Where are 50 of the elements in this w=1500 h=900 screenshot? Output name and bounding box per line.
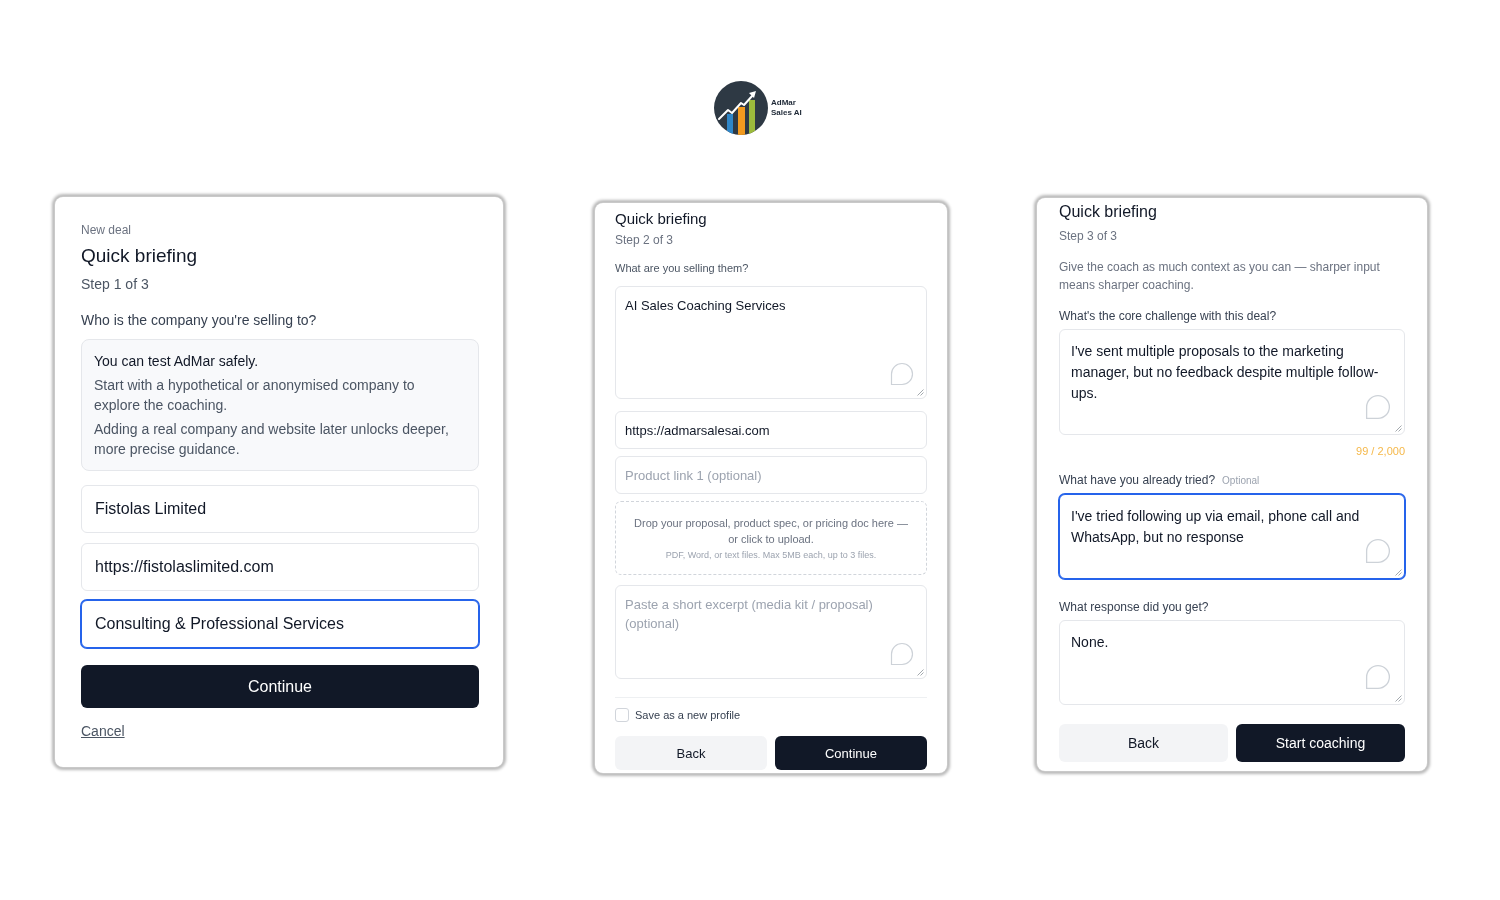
text-area[interactable]: I've tried following up via email, phone call and WhatsApp, but no response bbox=[1059, 494, 1405, 579]
field-label: What are you selling them? bbox=[615, 261, 750, 276]
speech-bubble-icon bbox=[1365, 394, 1391, 420]
text-area[interactable]: AI Sales Coaching Services bbox=[615, 286, 927, 399]
secondary-button[interactable]: Back bbox=[1059, 724, 1228, 762]
card-title: Quick briefing bbox=[1059, 202, 1158, 222]
character-counter: 99 / 2,000 bbox=[1355, 444, 1405, 458]
notice-text: Start with a hypothetical or anonymised company to explore the coaching. bbox=[94, 376, 416, 415]
field-label: What response did you get? bbox=[1059, 599, 1210, 615]
checkbox[interactable] bbox=[615, 708, 629, 722]
text-input[interactable]: Fistolas Limited bbox=[81, 485, 479, 533]
resize-grip-icon bbox=[917, 669, 924, 676]
field-label: What's the core challenge with this deal? bbox=[1059, 308, 1278, 324]
intro-text: Give the coach as much context as you can — sharper input means sharper coaching. bbox=[1059, 259, 1381, 294]
optional-label: Optional bbox=[1222, 475, 1260, 486]
card-title: Quick briefing bbox=[81, 244, 199, 268]
speech-bubble-icon bbox=[890, 362, 914, 386]
secondary-button[interactable]: Back bbox=[615, 736, 767, 770]
bar-chart-logo-icon bbox=[714, 81, 768, 135]
brand-name: AdMar bbox=[771, 98, 797, 108]
upload-hint: PDF, Word, or text files. Max 5MB each, up to 3 files. bbox=[665, 548, 877, 562]
upload-dropzone[interactable]: Drop your proposal, product spec, or pricing doc here — or click to upload. PDF, Word, or text files. Max 5MB each, up to 3 files. bbox=[615, 501, 927, 575]
speech-bubble-icon bbox=[1365, 664, 1391, 690]
text-input[interactable]: https://fistolaslimited.com bbox=[81, 543, 479, 591]
resize-grip-icon bbox=[1395, 425, 1402, 432]
field-label: What have you already tried? bbox=[1059, 473, 1216, 487]
field-label: Who is the company you're selling to? bbox=[81, 311, 318, 330]
text-input[interactable]: Consulting & Professional Services bbox=[81, 600, 479, 648]
step-indicator: Step 3 of 3 bbox=[1059, 228, 1119, 244]
step-indicator: Step 2 of 3 bbox=[615, 232, 675, 248]
speech-bubble-icon bbox=[890, 642, 914, 666]
speech-bubble-icon bbox=[1365, 538, 1391, 564]
text-area[interactable]: None. bbox=[1059, 620, 1405, 705]
brand-subtitle: Sales AI bbox=[771, 108, 802, 118]
primary-button[interactable]: Start coaching bbox=[1236, 724, 1405, 762]
primary-button[interactable]: Continue bbox=[775, 736, 927, 770]
card-title: Quick briefing bbox=[615, 209, 708, 229]
cancel-link[interactable]: Cancel bbox=[81, 721, 125, 741]
resize-grip-icon bbox=[1395, 695, 1402, 702]
resize-grip-icon bbox=[917, 389, 924, 396]
resize-grip-icon bbox=[1395, 569, 1402, 576]
checkbox-label: Save as a new profile bbox=[635, 708, 741, 722]
notice-text: Adding a real company and website later unlocks deeper, more precise guidance. bbox=[94, 420, 450, 459]
upload-instructions: Drop your proposal, product spec, or pricing doc here — or click to upload. bbox=[633, 515, 909, 547]
primary-button[interactable]: Continue bbox=[81, 665, 479, 708]
notice-heading: You can test AdMar safely. bbox=[94, 352, 260, 371]
section-label: New deal bbox=[81, 222, 133, 238]
step-indicator: Step 1 of 3 bbox=[81, 275, 150, 294]
text-area[interactable]: I've sent multiple proposals to the marketing manager, but no feedback despite multiple follow-ups. bbox=[1059, 329, 1405, 435]
text-input[interactable]: https://admarsalesai.com bbox=[615, 411, 927, 449]
